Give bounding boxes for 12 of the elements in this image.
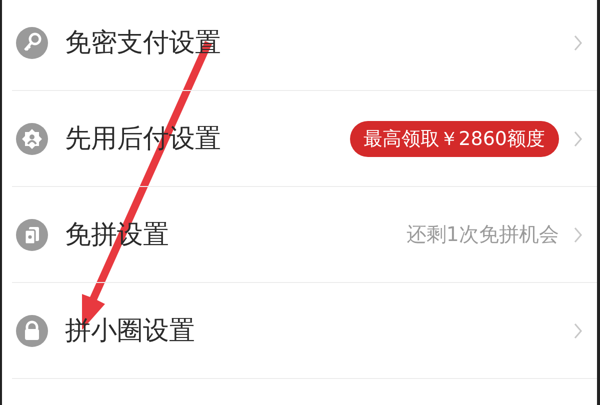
- setting-label: 拼小圈设置: [65, 315, 195, 348]
- chevron-right-icon: [573, 226, 583, 244]
- badge-icon: [16, 122, 48, 154]
- cards-icon: [16, 218, 48, 250]
- lock-icon: [16, 314, 48, 346]
- key-icon: [16, 26, 48, 58]
- promo-badge: 最高领取￥2860额度: [350, 120, 559, 156]
- setting-hint: 还剩1次免拼机会: [406, 221, 559, 248]
- setting-label: 免密支付设置: [65, 27, 221, 60]
- chevron-right-icon: [573, 34, 583, 52]
- chevron-right-icon: [573, 322, 583, 340]
- chevron-right-icon: [573, 130, 583, 148]
